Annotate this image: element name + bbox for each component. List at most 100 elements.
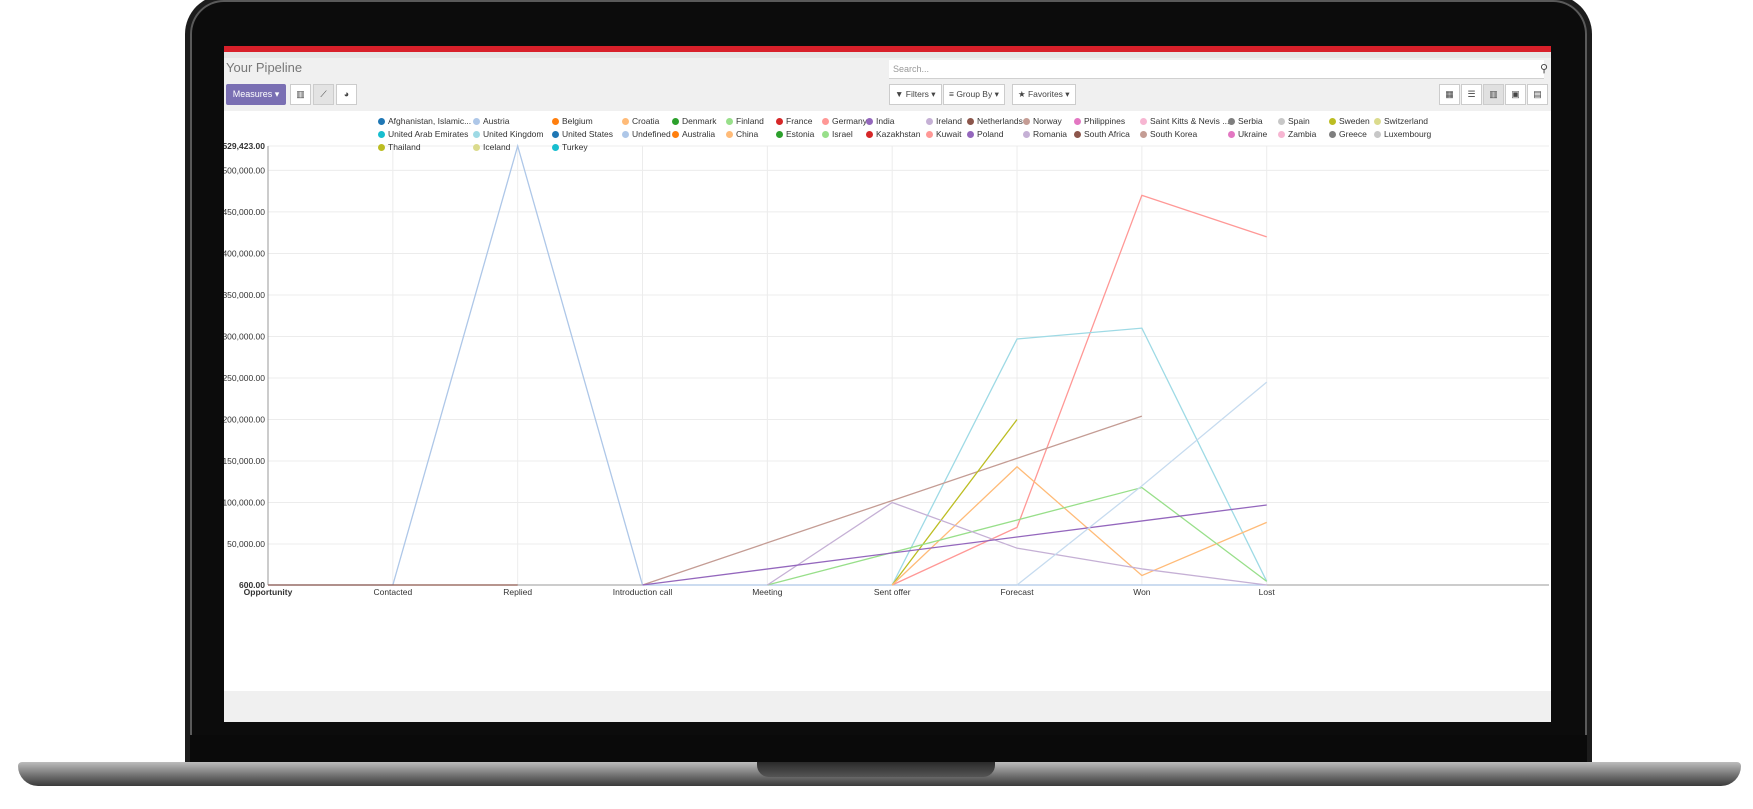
legend-swatch bbox=[1023, 118, 1030, 125]
legend-item[interactable]: United Arab Emirates bbox=[378, 129, 468, 139]
legend-label: Netherlands bbox=[977, 116, 1023, 126]
legend-item[interactable]: Greece bbox=[1329, 129, 1367, 139]
legend-item[interactable]: Israel bbox=[822, 129, 853, 139]
legend-swatch bbox=[1329, 118, 1336, 125]
line-chart-icon: ⟋ bbox=[320, 89, 327, 99]
legend-item[interactable]: Belgium bbox=[552, 116, 593, 126]
legend-label: South Africa bbox=[1084, 129, 1130, 139]
legend-label: Estonia bbox=[786, 129, 815, 139]
legend-item[interactable]: Norway bbox=[1023, 116, 1062, 126]
legend-item[interactable]: Kuwait bbox=[926, 129, 962, 139]
pivot-view-button[interactable]: ▤ bbox=[1527, 84, 1548, 105]
footer-strip bbox=[224, 693, 1551, 722]
x-tick-label: Meeting bbox=[752, 587, 783, 597]
legend-item[interactable]: Zambia bbox=[1278, 129, 1316, 139]
legend-item[interactable]: France bbox=[776, 116, 812, 126]
legend-item[interactable]: Saint Kitts & Nevis ... bbox=[1140, 116, 1229, 126]
legend-swatch bbox=[672, 131, 679, 138]
legend-label: Belgium bbox=[562, 116, 593, 126]
legend-label: Switzerland bbox=[1384, 116, 1428, 126]
legend-swatch bbox=[672, 118, 679, 125]
legend-swatch bbox=[552, 131, 559, 138]
legend-item[interactable]: Croatia bbox=[622, 116, 659, 126]
legend-swatch bbox=[1228, 118, 1235, 125]
legend-item[interactable]: Poland bbox=[967, 129, 1003, 139]
legend-item[interactable]: Afghanistan, Islamic... bbox=[378, 116, 471, 126]
legend-item[interactable]: Ukraine bbox=[1228, 129, 1267, 139]
graph-view-button[interactable]: ▥ bbox=[1483, 84, 1504, 105]
legend-item[interactable]: Thailand bbox=[378, 142, 421, 152]
page-title: Your Pipeline bbox=[226, 60, 303, 75]
legend-swatch bbox=[1228, 131, 1235, 138]
favorites-button[interactable]: ★ Favorites ▾ bbox=[1012, 84, 1076, 105]
legend-swatch bbox=[1074, 118, 1081, 125]
legend-item[interactable]: Luxembourg bbox=[1374, 129, 1431, 139]
laptop-notch bbox=[757, 762, 995, 777]
legend-item[interactable]: Philippines bbox=[1074, 116, 1125, 126]
chart-area: 529,423.00 500,000.00 450,000.00 400,000.00… bbox=[224, 111, 1551, 691]
legend-item[interactable]: Serbia bbox=[1228, 116, 1263, 126]
legend-item[interactable]: United Kingdom bbox=[473, 129, 543, 139]
calendar-view-button[interactable]: ▣ bbox=[1505, 84, 1526, 105]
legend-item[interactable]: Sweden bbox=[1329, 116, 1370, 126]
legend-item[interactable]: Finland bbox=[726, 116, 764, 126]
legend-label: United States bbox=[562, 129, 614, 139]
legend-item[interactable]: China bbox=[726, 129, 758, 139]
app-screen: Your Pipeline Search... ⚲ Measures ▾ ▥ ⟋… bbox=[224, 46, 1551, 722]
x-tick-label: Won bbox=[1133, 587, 1151, 597]
legend-item[interactable]: Ireland bbox=[926, 116, 962, 126]
legend-item[interactable]: Germany bbox=[822, 116, 867, 126]
legend-item[interactable]: South Africa bbox=[1074, 129, 1130, 139]
legend-swatch bbox=[552, 118, 559, 125]
legend-item[interactable]: United States bbox=[552, 129, 613, 139]
legend-swatch bbox=[473, 118, 480, 125]
legend-swatch bbox=[1329, 131, 1336, 138]
y-tick-label: 50,000.00 bbox=[227, 539, 265, 549]
legend-item[interactable]: Undefined bbox=[622, 129, 671, 139]
legend-item[interactable]: India bbox=[866, 116, 894, 126]
kanban-view-button[interactable]: ▦ bbox=[1439, 84, 1460, 105]
legend-item[interactable]: Switzerland bbox=[1374, 116, 1428, 126]
x-tick-label: Introduction call bbox=[613, 587, 673, 597]
legend-swatch bbox=[378, 144, 385, 151]
legend-swatch bbox=[967, 131, 974, 138]
y-tick-label: 529,423.00 bbox=[224, 141, 265, 151]
legend-label: Norway bbox=[1033, 116, 1062, 126]
y-tick-label: 150,000.00 bbox=[224, 456, 265, 466]
line-chart-button[interactable]: ⟋ bbox=[313, 84, 334, 105]
x-tick-label: Opportunity bbox=[244, 587, 293, 597]
y-tick-label: 500,000.00 bbox=[224, 165, 265, 175]
legend-label: Kazakhstan bbox=[876, 129, 921, 139]
legend-item[interactable]: Romania bbox=[1023, 129, 1067, 139]
pie-chart-button[interactable]: ◕ bbox=[336, 84, 357, 105]
bar-chart-button[interactable]: ▥ bbox=[290, 84, 311, 105]
legend-swatch bbox=[1374, 131, 1381, 138]
legend-item[interactable]: Spain bbox=[1278, 116, 1310, 126]
search-input[interactable]: Search... bbox=[889, 60, 1544, 79]
legend-item[interactable]: Netherlands bbox=[967, 116, 1023, 126]
legend-swatch bbox=[473, 144, 480, 151]
legend-label: Ukraine bbox=[1238, 129, 1268, 139]
list-view-button[interactable]: ☰ bbox=[1461, 84, 1482, 105]
legend-item[interactable]: South Korea bbox=[1140, 129, 1197, 139]
x-tick-label: Lost bbox=[1259, 587, 1276, 597]
kanban-icon: ▦ bbox=[1445, 89, 1454, 99]
legend-item[interactable]: Turkey bbox=[552, 142, 588, 152]
measures-button[interactable]: Measures ▾ bbox=[226, 84, 286, 105]
legend-item[interactable]: Australia bbox=[672, 129, 715, 139]
legend-swatch bbox=[926, 118, 933, 125]
legend-item[interactable]: Austria bbox=[473, 116, 509, 126]
search-icon[interactable]: ⚲ bbox=[1540, 62, 1548, 75]
filters-button[interactable]: ▼ Filters ▾ bbox=[889, 84, 942, 105]
x-tick-label: Sent offer bbox=[874, 587, 911, 597]
legend-item[interactable]: Iceland bbox=[473, 142, 510, 152]
legend-label: Germany bbox=[832, 116, 867, 126]
legend-label: Australia bbox=[682, 129, 716, 139]
legend-swatch bbox=[866, 131, 873, 138]
legend-item[interactable]: Denmark bbox=[672, 116, 716, 126]
laptop-bezel bbox=[190, 735, 1587, 762]
group-by-button[interactable]: ≡ Group By ▾ bbox=[943, 84, 1005, 105]
legend-item[interactable]: Kazakhstan bbox=[866, 129, 920, 139]
legend-swatch bbox=[1023, 131, 1030, 138]
legend-item[interactable]: Estonia bbox=[776, 129, 814, 139]
